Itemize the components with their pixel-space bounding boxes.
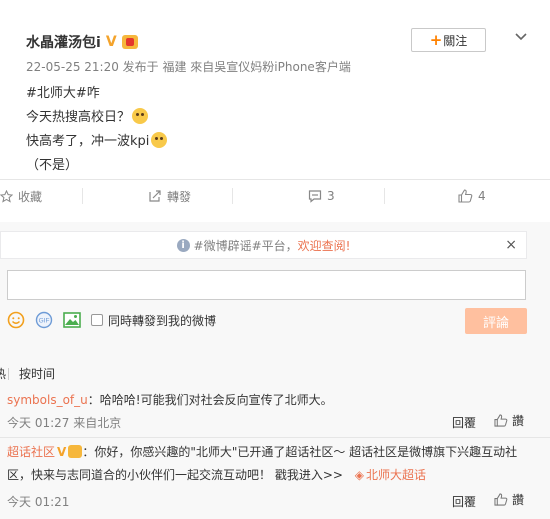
emoji-icon[interactable] bbox=[7, 311, 25, 329]
repost-to-weibo-label: 同時轉發到我的微博 bbox=[108, 313, 217, 328]
member-level-icon bbox=[68, 445, 83, 458]
plus-icon: + bbox=[429, 31, 443, 49]
favorite-label: 收藏 bbox=[18, 189, 43, 204]
comment-text: ：你好，你感兴趣的"北师大"已开通了超话社区～ 超话社区是微博旗下兴趣互动社 bbox=[82, 445, 518, 459]
post-line-3: 快高考了，冲一波kpi bbox=[26, 130, 550, 154]
action-separator bbox=[82, 188, 83, 204]
comment-icon bbox=[308, 190, 322, 203]
comment-text: 区，快来与志同道合的小伙伴们一起交流互动吧！ 戳我进入>> bbox=[7, 468, 343, 482]
close-icon[interactable]: × bbox=[505, 237, 517, 253]
comment-content: symbols_of_u：哈哈哈!可能我们对社会反向宣传了北师大。 bbox=[7, 390, 333, 410]
comment-line-2: 区，快来与志同道合的小伙伴们一起交流互动吧！ 戳我进入>> ◈ 北师大超话 bbox=[7, 465, 527, 485]
submit-comment-button[interactable]: 評論 bbox=[465, 308, 527, 334]
info-icon: i bbox=[176, 238, 190, 252]
post-meta: 22-05-25 21:20 发布于 福建 來自吳宣仪妈粉iPhone客户端 bbox=[26, 60, 351, 74]
sort-time-tab[interactable]: 按时间 bbox=[19, 365, 55, 382]
comment-username[interactable]: symbols_of_u bbox=[7, 393, 88, 407]
comment-button[interactable]: 3 bbox=[308, 180, 335, 212]
comment-like-label: 讚 bbox=[512, 414, 525, 428]
action-separator bbox=[384, 188, 385, 204]
checkbox-box[interactable] bbox=[91, 314, 103, 326]
like-button[interactable]: 4 bbox=[458, 180, 486, 212]
super-topic-icon: ◈ bbox=[354, 468, 364, 482]
notice-link[interactable]: 欢迎查阅! bbox=[298, 237, 351, 254]
topic-link-label: 北师大超话 bbox=[366, 468, 427, 482]
comment-content: 超话社区 V ：你好，你感兴趣的"北师大"已开通了超话社区～ 超话社区是微博旗下兴趣… bbox=[7, 442, 527, 485]
comment-sort: 热 按时间 bbox=[0, 365, 55, 382]
chevron-down-icon[interactable] bbox=[514, 30, 528, 44]
gif-icon[interactable]: GIF bbox=[35, 311, 53, 329]
follow-label: 關注 bbox=[443, 33, 468, 48]
favorite-button[interactable]: 收藏 bbox=[0, 180, 42, 212]
comment-like-button[interactable]: 讚 bbox=[494, 412, 524, 429]
composer-tools: GIF 同時轉發到我的微博 bbox=[7, 310, 216, 330]
post-body: 水晶灌汤包i + 關注 22-05-25 21:20 发布于 福建 來自吳宣仪妈… bbox=[26, 28, 550, 178]
reply-button[interactable]: 回覆 bbox=[452, 414, 476, 431]
comment-input[interactable] bbox=[7, 270, 526, 300]
doge-emoji-icon bbox=[132, 108, 149, 124]
weibo-post-card: 水晶灌汤包i + 關注 22-05-25 21:20 发布于 福建 來自吳宣仪妈… bbox=[0, 0, 550, 519]
like-count: 4 bbox=[478, 189, 486, 203]
topic-link[interactable]: ◈ 北师大超话 bbox=[355, 468, 426, 482]
comment-line-1: 超话社区 V ：你好，你感兴趣的"北师大"已开通了超话社区～ 超话社区是微博旗下兴趣… bbox=[7, 442, 527, 462]
author-name[interactable]: 水晶灌汤包i bbox=[26, 32, 101, 52]
star-icon bbox=[0, 189, 13, 203]
comment-text: ：哈哈哈!可能我们对社会反向宣传了北师大。 bbox=[87, 393, 333, 407]
follow-button[interactable]: + 關注 bbox=[411, 28, 486, 52]
thumbs-up-icon bbox=[494, 493, 508, 506]
sort-separator bbox=[8, 367, 10, 380]
comment-divider bbox=[0, 437, 550, 438]
svg-text:GIF: GIF bbox=[39, 318, 50, 325]
sort-hot-tab[interactable]: 热 bbox=[0, 365, 6, 382]
comment-time: 今天 01:21 bbox=[7, 495, 70, 509]
comment-like-button[interactable]: 讚 bbox=[494, 491, 524, 508]
rumor-notice-bar: i #微博辟谣#平台， 欢迎查阅! × bbox=[0, 231, 527, 259]
comment-count: 3 bbox=[327, 189, 335, 203]
verified-v-icon: V bbox=[57, 445, 67, 459]
member-level-icon bbox=[121, 35, 138, 49]
comment-time: 今天 01:27 来自北京 bbox=[7, 416, 122, 430]
thumbs-up-icon bbox=[458, 189, 473, 203]
doge-emoji-icon bbox=[151, 132, 168, 148]
post-line-1: #北师大#咋 bbox=[26, 86, 100, 101]
verified-v-icon bbox=[106, 35, 120, 49]
repost-to-weibo-checkbox[interactable]: 同時轉發到我的微博 bbox=[91, 312, 216, 329]
post-text: #北师大#咋 今天热搜高校日？ 快高考了，冲一波kpi （不是） bbox=[26, 82, 550, 178]
image-icon[interactable] bbox=[63, 312, 81, 328]
thumbs-up-icon bbox=[494, 414, 508, 427]
author-row: 水晶灌汤包i + 關注 bbox=[26, 28, 550, 54]
action-bar: 收藏 轉發 3 4 bbox=[0, 180, 550, 212]
repost-label: 轉發 bbox=[167, 189, 192, 204]
repost-button[interactable]: 轉發 bbox=[148, 180, 191, 212]
repost-icon bbox=[149, 190, 161, 202]
comment-like-label: 讚 bbox=[512, 493, 525, 507]
reply-button[interactable]: 回覆 bbox=[452, 493, 476, 510]
post-line-2: 今天热搜高校日？ bbox=[26, 106, 550, 130]
post-line-4: （不是） bbox=[26, 158, 79, 173]
action-separator bbox=[232, 188, 233, 204]
comments-section: i #微博辟谣#平台， 欢迎查阅! × GIF 同時轉發到我的微博 評論 热 按… bbox=[0, 222, 550, 519]
notice-text: #微博辟谣#平台， bbox=[193, 238, 298, 253]
comment-username[interactable]: 超话社区 bbox=[7, 445, 55, 459]
